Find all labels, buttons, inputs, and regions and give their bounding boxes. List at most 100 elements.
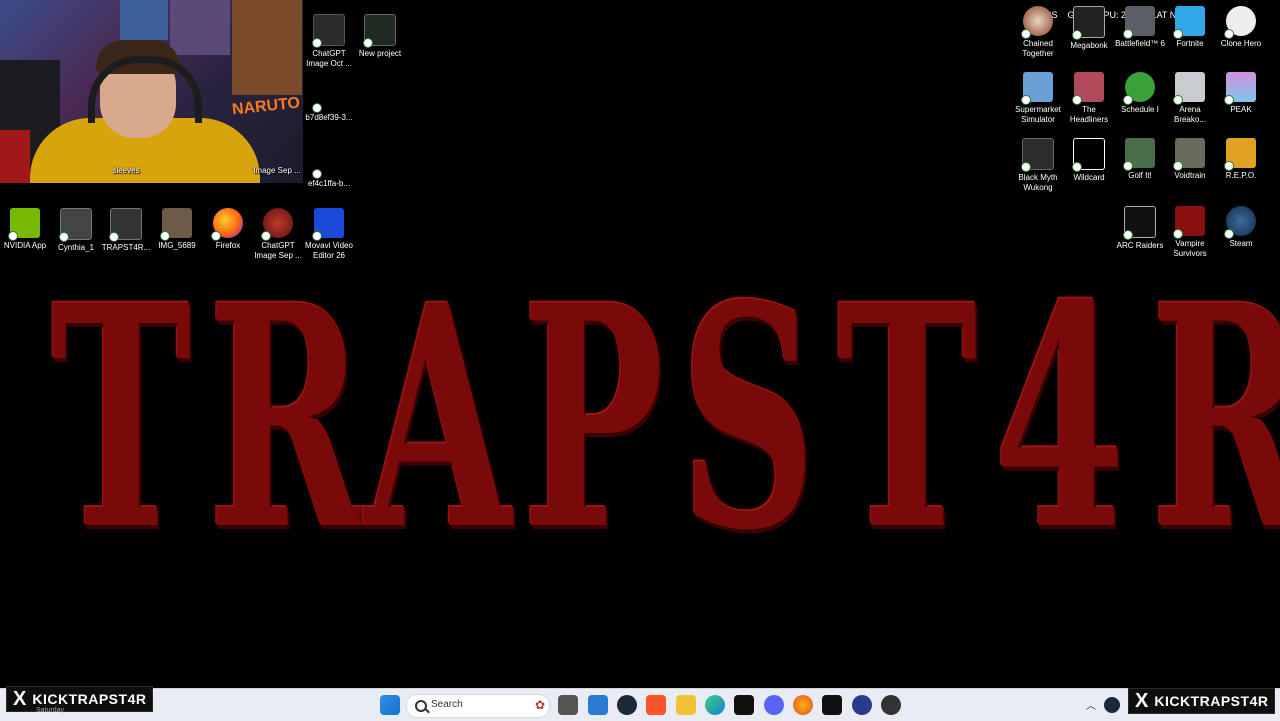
taskbar-search[interactable]: Search ✿ xyxy=(406,694,550,718)
tiktok-icon[interactable] xyxy=(734,695,754,715)
tray-steam-icon[interactable] xyxy=(1104,697,1120,713)
x-logo-icon: X xyxy=(1135,690,1149,712)
desktop-icon-voidtrain[interactable]: Voidtrain xyxy=(1163,138,1217,181)
desktop-icon-fortnite[interactable]: Fortnite xyxy=(1163,6,1217,49)
desktop-icon-trapst4r[interactable]: TRAPST4R... xyxy=(99,208,153,253)
desktop-icon-img-5689[interactable]: IMG_5689 xyxy=(150,208,204,251)
desktop-icon-chatgpt-image-oct[interactable]: ChatGPT Image Oct ... xyxy=(302,14,356,69)
desktop-icon-wildcard[interactable]: Wildcard xyxy=(1062,138,1116,183)
edge-icon[interactable] xyxy=(705,695,725,715)
desktop-icon-image-sep[interactable]: Image Sep ... xyxy=(250,166,304,176)
wallpaper-title-letter: A xyxy=(364,238,512,597)
desktop-icon-b7d8ef39[interactable]: b7d8ef39-3... xyxy=(302,80,356,123)
desktop-icon-label: Supermarket Simulator xyxy=(1015,105,1061,124)
task-view-icon[interactable] xyxy=(558,695,578,715)
obs-icon[interactable] xyxy=(852,695,872,715)
desktop-icon-new-project[interactable]: New project xyxy=(353,14,407,59)
movavi-icon xyxy=(312,208,344,241)
desktop-icon-label: b7d8ef39-3... xyxy=(305,113,353,122)
desktop-icon-supermarket-simulator[interactable]: Supermarket Simulator xyxy=(1011,72,1065,125)
kick-handle: KICKTRAPST4R xyxy=(1154,693,1269,709)
desktop-icon-clone-hero[interactable]: Clone Hero xyxy=(1214,6,1268,49)
desktop-icon-label: Black Myth Wukong xyxy=(1018,173,1058,192)
desktop-icon-label: Movavi Video Editor 26 xyxy=(305,241,353,260)
image-file-icon xyxy=(261,208,293,241)
desktop-icon-steam[interactable]: Steam xyxy=(1214,206,1268,249)
desktop-icon-label: Vampire Survivors xyxy=(1173,239,1207,258)
game-icon xyxy=(1021,138,1054,172)
wallpaper-title-letter: T xyxy=(836,238,978,597)
game-icon xyxy=(1224,72,1256,105)
desktop-icon-label: Chained Together xyxy=(1022,39,1054,58)
steam-icon xyxy=(1224,206,1256,239)
game-icon xyxy=(1123,6,1155,39)
tray-chevron-up-icon[interactable]: ︿ xyxy=(1086,697,1096,712)
file-explorer-icon[interactable] xyxy=(676,695,696,715)
app-icon[interactable] xyxy=(881,695,901,715)
kick-banner-right: X KICKTRAPST4R xyxy=(1128,688,1276,714)
desktop-icon-vampire-survivors[interactable]: Vampire Survivors xyxy=(1163,206,1217,259)
desktop-icon-label: Fortnite xyxy=(1176,39,1204,48)
wallpaper-title-letter: R xyxy=(207,238,366,597)
wallpaper-title-letter: S xyxy=(679,238,816,597)
image-file-icon xyxy=(312,146,344,179)
desktop-icon-label: Golf It! xyxy=(1128,171,1152,180)
start-icon[interactable] xyxy=(380,695,400,715)
desktop-icon-label: Megabonk xyxy=(1070,41,1108,50)
desktop-icon-schedule-i[interactable]: Schedule I xyxy=(1113,72,1167,115)
discord-icon[interactable] xyxy=(764,695,784,715)
desktop-icon-the-headliners[interactable]: The Headliners xyxy=(1062,72,1116,125)
desktop-icon-label: TRAPST4R... xyxy=(101,243,151,252)
desktop-icon-ef4c1ffa[interactable]: ef4c1ffa-b... xyxy=(302,146,356,189)
desktop-icon-label: ChatGPT Image Sep ... xyxy=(254,241,302,260)
video-file-icon xyxy=(59,208,92,242)
game-icon xyxy=(1072,6,1105,40)
desktop-icon-movavi[interactable]: Movavi Video Editor 26 xyxy=(302,208,356,261)
wallpaper-title-letter: P xyxy=(522,238,665,597)
desktop-icon-sleeves[interactable]: sleeves xyxy=(99,166,153,176)
desktop-icon-label: NVIDIA App xyxy=(3,241,47,250)
search-highlight-icon: ✿ xyxy=(534,698,545,712)
brave-icon[interactable] xyxy=(646,695,666,715)
desktop-icon-label: New project xyxy=(358,49,402,58)
desktop-icon-peak[interactable]: PEAK xyxy=(1214,72,1268,115)
desktop-icon-black-myth-wukong[interactable]: Black Myth Wukong xyxy=(1011,138,1065,193)
kick-handle: KICKTRAPST4R xyxy=(32,691,147,707)
game-icon xyxy=(1173,6,1205,39)
x-logo-icon: X xyxy=(13,688,27,710)
nvidia-icon[interactable] xyxy=(822,695,842,715)
wallpaper-title-letter: T xyxy=(50,238,192,597)
desktop-icon-chatgpt-image-sep[interactable]: ChatGPT Image Sep ... xyxy=(251,208,305,261)
image-file-icon xyxy=(312,80,344,113)
wallpaper-title-letter: R xyxy=(1151,265,1280,571)
game-icon xyxy=(1224,6,1256,39)
game-icon xyxy=(1123,138,1155,171)
desktop-icon-firefox[interactable]: Firefox xyxy=(201,208,255,251)
desktop-icon-label: sleeves xyxy=(112,166,140,175)
wallpaper-title-letter: 4 xyxy=(993,238,1126,597)
desktop-icon-label: Firefox xyxy=(215,241,241,250)
notepad-icon[interactable] xyxy=(588,695,608,715)
desktop-icon-nvidia-app[interactable]: NVIDIA App xyxy=(0,208,52,251)
game-icon xyxy=(1173,138,1205,171)
desktop-icon-arc-raiders[interactable]: ARC Raiders xyxy=(1113,206,1167,251)
desktop-icon-arena-breakout[interactable]: Arena Breako... xyxy=(1163,72,1217,125)
desktop-icon-cynthia[interactable]: Cynthia_1 xyxy=(49,208,103,253)
firefox-icon[interactable] xyxy=(793,695,813,715)
image-file-icon xyxy=(160,208,192,241)
desktop-icon-label: Clone Hero xyxy=(1220,39,1262,48)
taskbar: Search ✿ ︿ xyxy=(0,688,1280,721)
webcam-poster xyxy=(170,0,230,55)
desktop-icon-megabonk[interactable]: Megabonk xyxy=(1062,6,1116,51)
desktop-icon-battlefield[interactable]: Battlefield™ 6 xyxy=(1113,6,1167,49)
game-icon xyxy=(1072,72,1104,105)
desktop-icon-label: Steam xyxy=(1229,239,1253,248)
desktop-icon-label: Schedule I xyxy=(1121,105,1159,114)
desktop-icon-repo[interactable]: R.E.P.O. xyxy=(1214,138,1268,181)
desktop-icon-label: ef4c1ffa-b... xyxy=(307,179,351,188)
game-icon xyxy=(1224,138,1256,171)
desktop-icon-golf-it[interactable]: Golf It! xyxy=(1113,138,1167,181)
desktop-icon-label: Cynthia_1 xyxy=(57,243,95,252)
steam-icon[interactable] xyxy=(617,695,637,715)
desktop-icon-chained-together[interactable]: Chained Together xyxy=(1011,6,1065,59)
